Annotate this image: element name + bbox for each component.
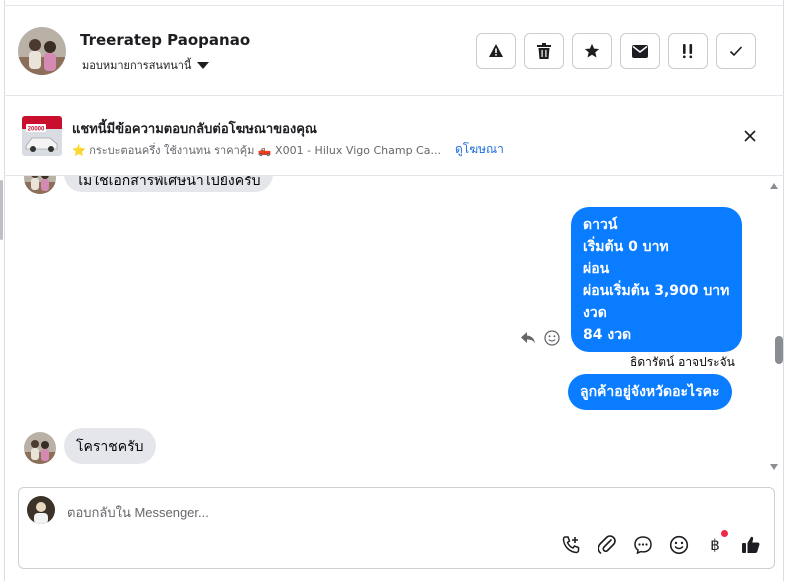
warning-icon [489, 44, 503, 57]
mark-done-button[interactable] [716, 33, 756, 69]
thumbs-up-icon [742, 536, 760, 553]
call-button[interactable] [560, 534, 582, 556]
incoming-avatar [24, 432, 56, 464]
close-icon [744, 130, 756, 142]
scroll-up-arrow[interactable] [770, 183, 778, 189]
notification-dot [721, 530, 728, 537]
contact-name[interactable]: Treeratep Paopanao [80, 31, 250, 49]
delete-button[interactable] [524, 33, 564, 69]
ad-banner-title: แชทนี้มีข้อความตอบกลับต่อโฆษณาของคุณ [72, 122, 317, 137]
incoming-message-cut-text: ไม่ใช่เอกสารพิเศษนำไปยังครับ [76, 176, 261, 189]
chat-bubble-icon [634, 536, 652, 555]
message-line: ผ่อนเริ่มต้น 3,900 บาท [583, 283, 730, 299]
follow-up-icon [683, 44, 693, 59]
follow-up-button[interactable] [668, 33, 708, 69]
close-banner-button[interactable] [740, 126, 760, 146]
message-thread[interactable]: ไม่ใช่เอกสารพิเศษนำไปยังครับ ดาวน์ เริ่ม… [4, 176, 784, 472]
incoming-message-reply[interactable]: โคราชครับ [64, 428, 156, 464]
star-button[interactable] [572, 33, 612, 69]
outgoing-message-question[interactable]: ลูกค้าอยู่จังหวัดอะไรคะ [568, 374, 732, 410]
paperclip-icon [598, 535, 616, 554]
conversation-header: Treeratep Paopanao มอบหมายการสนทนานี้ [4, 5, 784, 96]
ad-banner-subtitle: ⭐ กระบะตอนครึ่ง ใช้งานทน ราคาคุ้ม 🛻 X001… [72, 140, 504, 159]
sender-name: ธิดารัตน์ อาจประจัน [630, 355, 735, 369]
message-line: 84 งวด [583, 327, 632, 343]
mark-unread-button[interactable] [620, 33, 660, 69]
reply-icon[interactable] [520, 331, 536, 345]
react-emoji-icon[interactable] [544, 330, 560, 346]
emoji-icon [669, 535, 689, 555]
like-button[interactable] [740, 534, 762, 556]
mail-icon [632, 44, 648, 58]
assign-label: มอบหมายการสนทนานี้ [82, 59, 192, 72]
emoji-button[interactable] [668, 534, 690, 556]
ad-thumbnail[interactable]: 20000 [22, 116, 62, 156]
scroll-down-arrow[interactable] [770, 464, 778, 470]
scrollbar-thumb[interactable] [775, 336, 783, 364]
saved-replies-button[interactable] [632, 534, 654, 556]
header-actions [476, 33, 756, 69]
phone-plus-icon [562, 536, 580, 554]
trash-icon [537, 43, 551, 59]
ad-description: ⭐ กระบะตอนครึ่ง ใช้งานทน ราคาคุ้ม 🛻 X001… [72, 143, 441, 157]
view-ad-link[interactable]: ดูโฆษณา [455, 140, 504, 159]
page-avatar [27, 496, 55, 524]
left-scroll-edge[interactable] [0, 180, 3, 240]
caret-down-icon [197, 61, 210, 69]
mark-spam-button[interactable] [476, 33, 516, 69]
reply-input[interactable]: ตอบกลับใน Messenger... [67, 502, 209, 523]
message-line: ดาวน์ [583, 217, 618, 233]
message-composer: ตอบกลับใน Messenger... ฿ [18, 487, 775, 569]
outgoing-message-pricing[interactable]: ดาวน์ เริ่มต้น 0 บาท ผ่อน ผ่อนเริ่มต้น 3… [571, 207, 742, 352]
incoming-message-cut[interactable]: ไม่ใช่เอกสารพิเศษนำไปยังครับ [64, 176, 273, 192]
message-actions [520, 330, 560, 346]
message-line: งวด [583, 305, 607, 321]
incoming-message-reply-text: โคราชครับ [76, 439, 144, 455]
payment-button[interactable]: ฿ [704, 530, 728, 556]
contact-avatar[interactable] [18, 27, 66, 75]
ad-reply-banner: 20000 แชทนี้มีข้อความตอบกลับต่อโฆษณาของค… [4, 96, 784, 176]
check-icon [729, 46, 743, 57]
message-line: ผ่อน [583, 261, 610, 277]
message-line: เริ่มต้น 0 บาท [583, 239, 669, 255]
incoming-avatar [24, 176, 56, 194]
star-icon [584, 43, 600, 58]
ad-thumbnail-price: 20000 [28, 127, 45, 133]
assign-conversation-dropdown[interactable]: มอบหมายการสนทนานี้ [82, 56, 210, 74]
outgoing-message-question-text: ลูกค้าอยู่จังหวัดอะไรคะ [580, 384, 720, 400]
composer-tools: ฿ [560, 530, 762, 556]
attach-button[interactable] [596, 534, 618, 556]
baht-icon: ฿ [710, 536, 720, 554]
